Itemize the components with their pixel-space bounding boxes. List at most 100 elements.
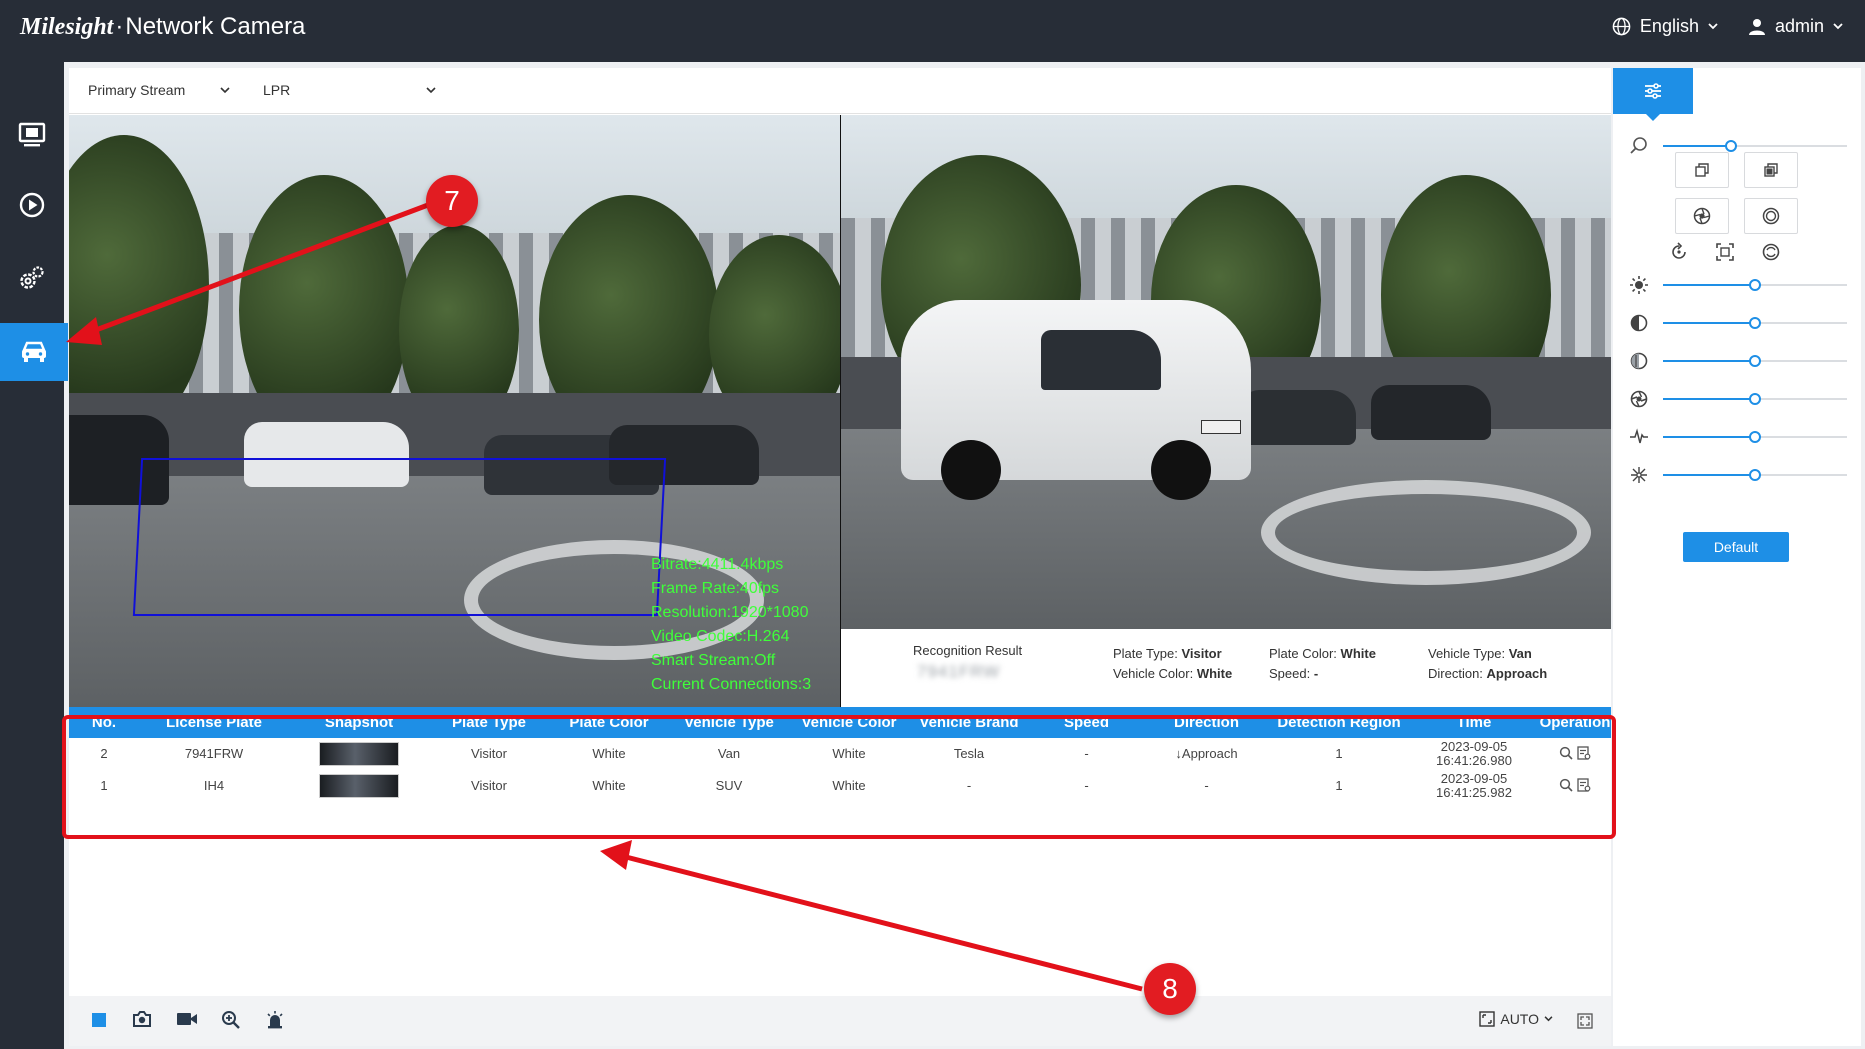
aperture-icon — [1630, 390, 1648, 408]
default-button[interactable]: Default — [1683, 532, 1789, 562]
detection-region-box — [132, 458, 667, 616]
nav-settings[interactable] — [0, 249, 64, 307]
snapshot-button[interactable] — [132, 1010, 152, 1033]
mode-select-value: LPR — [263, 82, 291, 98]
recognition-info-col3: Vehicle Type: Van Direction: Approach — [1428, 644, 1547, 684]
fullscreen-button[interactable] — [1577, 1013, 1593, 1034]
alarm-button[interactable] — [265, 1010, 285, 1035]
slider-fill — [1663, 145, 1731, 147]
stream-select-value: Primary Stream — [88, 82, 186, 98]
vehicle-wheel — [1151, 440, 1211, 500]
overlay-connections: Current Connections:3 — [651, 676, 812, 693]
plate-type-value: Visitor — [1181, 646, 1222, 661]
slider-knob[interactable] — [1749, 393, 1761, 405]
iris-open-button[interactable] — [1744, 198, 1798, 234]
slider-fill — [1663, 474, 1755, 476]
slider-knob[interactable] — [1725, 140, 1737, 152]
language-select[interactable]: English — [1612, 16, 1718, 37]
video-area: Bitrate:4411.4kbps Frame Rate:40fps Reso… — [69, 115, 1611, 707]
sharpness-slider[interactable] — [1629, 427, 1854, 447]
slider-knob[interactable] — [1749, 431, 1761, 443]
brightness-slider[interactable] — [1629, 275, 1854, 295]
slider-track — [1663, 279, 1847, 291]
slider-knob[interactable] — [1749, 469, 1761, 481]
aperture-slider[interactable] — [1629, 389, 1854, 409]
speed-label: Speed: — [1269, 666, 1311, 681]
recognition-info-col1: Plate Type: Visitor Vehicle Color: White — [1113, 644, 1232, 684]
digital-zoom-button[interactable] — [221, 1010, 241, 1035]
vehicle-wheel — [941, 440, 1001, 500]
nav-vehicle-management[interactable] — [0, 323, 68, 381]
annotation-highlight-box — [62, 715, 1616, 839]
zoom-out-button[interactable] — [1675, 152, 1729, 188]
nav-playback[interactable] — [0, 176, 64, 234]
globe-icon — [1612, 17, 1631, 36]
sliders-icon — [1645, 83, 1661, 99]
slider-knob[interactable] — [1749, 355, 1761, 367]
product-name: Network Camera — [125, 13, 306, 40]
zoom-slider[interactable] — [1629, 136, 1854, 156]
zoom-out-icon — [1695, 163, 1709, 177]
stream-select[interactable]: Primary Stream — [88, 82, 230, 98]
plate-color-label: Plate Color: — [1269, 646, 1337, 661]
brand-logo: Milesight·Network Camera — [20, 13, 305, 41]
noise-reduction-slider[interactable] — [1629, 465, 1854, 485]
vehicle-icon — [22, 341, 46, 362]
slider-fill — [1663, 398, 1755, 400]
iris-close-button[interactable] — [1675, 198, 1729, 234]
refresh-icon[interactable] — [1761, 242, 1781, 262]
vehicle-color-label: Vehicle Color: — [1113, 666, 1194, 681]
stop-button[interactable] — [91, 1012, 107, 1033]
left-nav — [0, 62, 68, 1049]
overlay-bitrate: Bitrate:4411.4kbps — [651, 556, 784, 573]
road-marking — [1261, 480, 1591, 585]
overlay-frame-rate: Frame Rate:40fps — [651, 580, 780, 597]
overlay-video-codec: Video Codec:H.264 — [651, 628, 790, 645]
sharpness-icon — [1630, 428, 1648, 444]
user-label: admin — [1774, 16, 1824, 36]
direction-value: Approach — [1486, 666, 1548, 681]
image-settings-tab[interactable] — [1613, 68, 1693, 121]
speed-value: - — [1313, 666, 1319, 681]
plate-color-value: White — [1340, 646, 1376, 661]
chevron-down-icon — [1708, 23, 1718, 30]
rotate-icon[interactable] — [1669, 242, 1689, 262]
contrast-slider[interactable] — [1629, 313, 1854, 333]
slider-track — [1663, 140, 1847, 152]
zoom-icon — [1630, 137, 1647, 154]
display-mode-select[interactable]: AUTO — [1479, 1011, 1553, 1027]
direction-label: Direction: — [1428, 666, 1483, 681]
slider-track — [1663, 431, 1847, 443]
slider-track — [1663, 393, 1847, 405]
slider-fill — [1663, 284, 1755, 286]
aspect-ratio-icon — [1479, 1011, 1496, 1027]
user-icon — [1748, 18, 1765, 35]
slider-track — [1663, 317, 1847, 329]
chevron-down-icon — [426, 86, 436, 93]
stream-bar: Primary Stream LPR — [69, 68, 1611, 114]
digital-zoom-icon — [222, 1011, 240, 1029]
overlay-smart-stream: Smart Stream:Off — [651, 652, 776, 669]
recognition-result-panel: Recognition Result 7941FRW Plate Type: V… — [841, 629, 1611, 707]
zoom-in-button[interactable] — [1744, 152, 1798, 188]
slider-track — [1663, 469, 1847, 481]
user-menu[interactable]: admin — [1748, 16, 1843, 37]
display-mode-value: AUTO — [1500, 1011, 1539, 1027]
slider-knob[interactable] — [1749, 317, 1761, 329]
slider-fill — [1663, 360, 1755, 362]
vehicle-window — [1041, 330, 1161, 390]
focus-frame-icon[interactable] — [1715, 242, 1735, 262]
saturation-slider[interactable] — [1629, 351, 1854, 371]
noise-icon — [1631, 467, 1647, 483]
recognition-plate: 7941FRW — [917, 662, 1001, 681]
mode-select[interactable]: LPR — [263, 82, 436, 98]
chevron-down-icon — [1544, 1016, 1553, 1022]
nav-live-view[interactable] — [0, 106, 64, 164]
record-button[interactable] — [176, 1010, 198, 1033]
slider-knob[interactable] — [1749, 279, 1761, 291]
slider-fill — [1663, 322, 1755, 324]
top-bar: Milesight·Network Camera English admin — [0, 0, 1865, 62]
slider-fill — [1663, 436, 1755, 438]
brand-separator: · — [115, 13, 124, 40]
contrast-icon — [1630, 314, 1648, 332]
